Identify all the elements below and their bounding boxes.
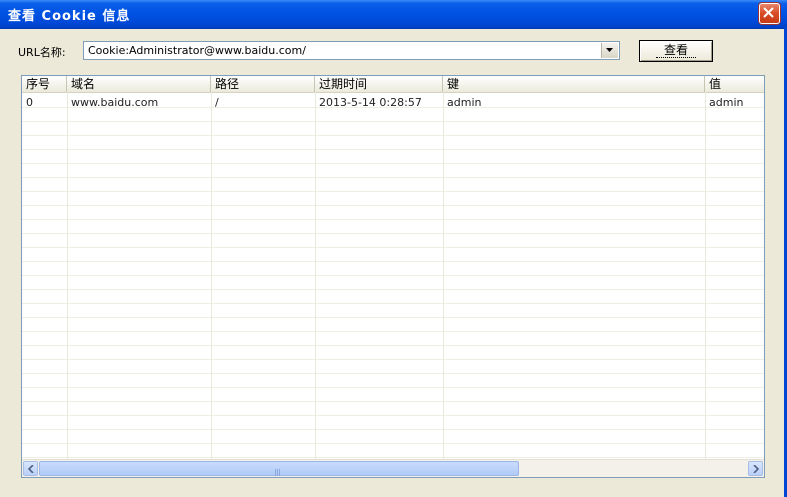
row-divider [22, 247, 764, 248]
cell-key: admin [447, 96, 482, 109]
row-divider [22, 401, 764, 402]
cell-expires: 2013-5-14 0:28:57 [319, 96, 422, 109]
chevron-down-icon [606, 48, 613, 52]
url-label: URL名称: [18, 46, 66, 59]
cell-domain: www.baidu.com [71, 96, 159, 109]
row-divider [22, 121, 764, 122]
title-bar[interactable]: 查看 Cookie 信息 [0, 0, 787, 29]
cell-index: 0 [26, 96, 33, 109]
row-divider [22, 163, 764, 164]
column-header-value[interactable]: 值 [705, 76, 764, 92]
table-row[interactable]: 0 www.baidu.com / 2013-5-14 0:28:57 admi… [22, 96, 764, 110]
row-divider [22, 429, 764, 430]
column-divider [67, 92, 68, 462]
row-divider [22, 359, 764, 360]
column-header-index[interactable]: 序号 [22, 76, 67, 92]
table-header: 序号 域名 路径 过期时间 键 值 [22, 76, 764, 93]
scroll-right-button[interactable] [748, 461, 763, 476]
row-divider [22, 275, 764, 276]
row-divider [22, 373, 764, 374]
column-divider [315, 92, 316, 462]
row-divider [22, 415, 764, 416]
row-divider [22, 387, 764, 388]
url-combobox[interactable]: Cookie:Administrator@www.baidu.com/ [83, 41, 620, 60]
cookie-table[interactable]: 序号 域名 路径 过期时间 键 值 0 www.baidu.com / 2013… [21, 75, 765, 478]
column-divider [443, 92, 444, 462]
row-divider [22, 261, 764, 262]
chevron-right-icon [753, 465, 759, 473]
row-divider [22, 317, 764, 318]
scrollbar-thumb[interactable] [39, 461, 519, 476]
row-divider [22, 149, 764, 150]
close-button[interactable] [759, 3, 780, 24]
grip-icon [275, 466, 283, 476]
column-header-domain[interactable]: 域名 [67, 76, 211, 92]
row-divider [22, 345, 764, 346]
row-divider [22, 443, 764, 444]
row-divider [22, 303, 764, 304]
horizontal-scrollbar[interactable] [22, 459, 764, 477]
row-divider [22, 205, 764, 206]
row-divider [22, 135, 764, 136]
row-divider [22, 177, 764, 178]
chevron-left-icon [28, 465, 34, 473]
window-title: 查看 Cookie 信息 [8, 9, 131, 24]
close-icon [763, 7, 774, 18]
column-header-key[interactable]: 键 [443, 76, 705, 92]
combobox-dropdown-button[interactable] [601, 43, 618, 58]
cell-value: admin [709, 96, 744, 109]
row-divider [22, 289, 764, 290]
view-button-label: 查看 [655, 43, 696, 58]
column-header-path[interactable]: 路径 [211, 76, 315, 92]
row-divider [22, 233, 764, 234]
row-divider [22, 457, 764, 458]
column-divider [705, 92, 706, 462]
row-divider [22, 219, 764, 220]
url-combobox-value: Cookie:Administrator@www.baidu.com/ [88, 44, 306, 57]
row-divider [22, 191, 764, 192]
view-button[interactable]: 查看 [639, 40, 713, 62]
row-divider [22, 331, 764, 332]
column-header-expires[interactable]: 过期时间 [315, 76, 443, 92]
scroll-left-button[interactable] [23, 461, 38, 476]
cell-path: / [215, 96, 219, 109]
column-divider [211, 92, 212, 462]
